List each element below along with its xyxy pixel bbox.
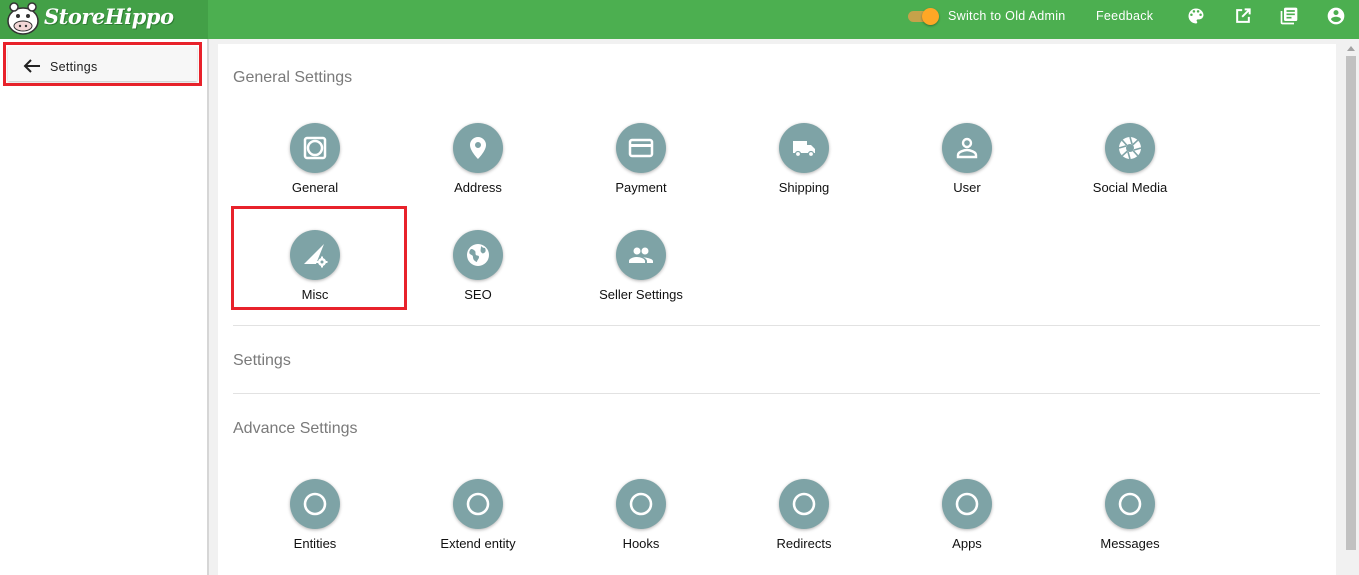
tile-hooks[interactable]: Hooks [566, 479, 716, 569]
section-divider [233, 325, 1320, 326]
settings-panel: General Settings General Address Payment [218, 44, 1336, 575]
scrollbar-thumb[interactable] [1346, 56, 1356, 550]
hippo-mascot-icon [7, 2, 39, 35]
general-settings-title: General Settings [233, 69, 353, 86]
tile-general[interactable]: General [240, 123, 390, 213]
tile-seller-settings[interactable]: Seller Settings [566, 230, 716, 320]
switch-old-admin-label[interactable]: Switch to Old Admin [948, 9, 1066, 23]
ring-icon [466, 492, 490, 516]
aperture-icon [1118, 136, 1142, 160]
ring-icon [303, 492, 327, 516]
library-books-icon[interactable] [1279, 6, 1299, 26]
sidebar-back-settings[interactable]: Settings [3, 42, 202, 86]
people-icon [629, 247, 653, 263]
palette-icon[interactable] [1186, 6, 1206, 26]
scroll-up-arrow[interactable] [1347, 46, 1355, 51]
section-divider [233, 393, 1320, 394]
arrow-back-icon [23, 59, 40, 73]
tile-messages[interactable]: Messages [1055, 479, 1205, 569]
tile-extend-entity[interactable]: Extend entity [403, 479, 553, 569]
old-admin-toggle[interactable] [908, 8, 940, 25]
vertical-scrollbar[interactable] [1343, 44, 1359, 575]
map-pin-icon [470, 137, 486, 159]
ring-icon [629, 492, 653, 516]
feedback-link[interactable]: Feedback [1096, 9, 1153, 23]
tile-seo[interactable]: SEO [403, 230, 553, 320]
top-bar: StoreHippo Switch to Old Admin Feedback [0, 0, 1359, 39]
credit-card-icon [628, 138, 654, 158]
tile-shipping[interactable]: Shipping [729, 123, 879, 213]
advance-settings-title: Advance Settings [233, 420, 358, 437]
brand-name: StoreHippo [44, 4, 174, 29]
sidebar: Settings [0, 39, 209, 575]
brand-logo[interactable]: StoreHippo [0, 0, 208, 39]
tile-apps[interactable]: Apps [892, 479, 1042, 569]
person-icon [956, 137, 978, 159]
tile-social-media[interactable]: Social Media [1055, 123, 1205, 213]
misc-highlight-box [231, 206, 407, 310]
truck-icon [793, 141, 815, 158]
tile-entities[interactable]: Entities [240, 479, 390, 569]
tile-user[interactable]: User [892, 123, 1042, 213]
frame-icon [303, 136, 327, 160]
account-circle-icon[interactable] [1326, 6, 1346, 26]
settings-title: Settings [233, 352, 291, 369]
ring-icon [955, 492, 979, 516]
tile-payment[interactable]: Payment [566, 123, 716, 213]
globe-icon [467, 244, 489, 266]
tile-address[interactable]: Address [403, 123, 553, 213]
ring-icon [792, 492, 816, 516]
sidebar-back-label: Settings [50, 60, 98, 74]
tile-redirects[interactable]: Redirects [729, 479, 879, 569]
ring-icon [1118, 492, 1142, 516]
open-external-icon[interactable] [1233, 6, 1253, 26]
